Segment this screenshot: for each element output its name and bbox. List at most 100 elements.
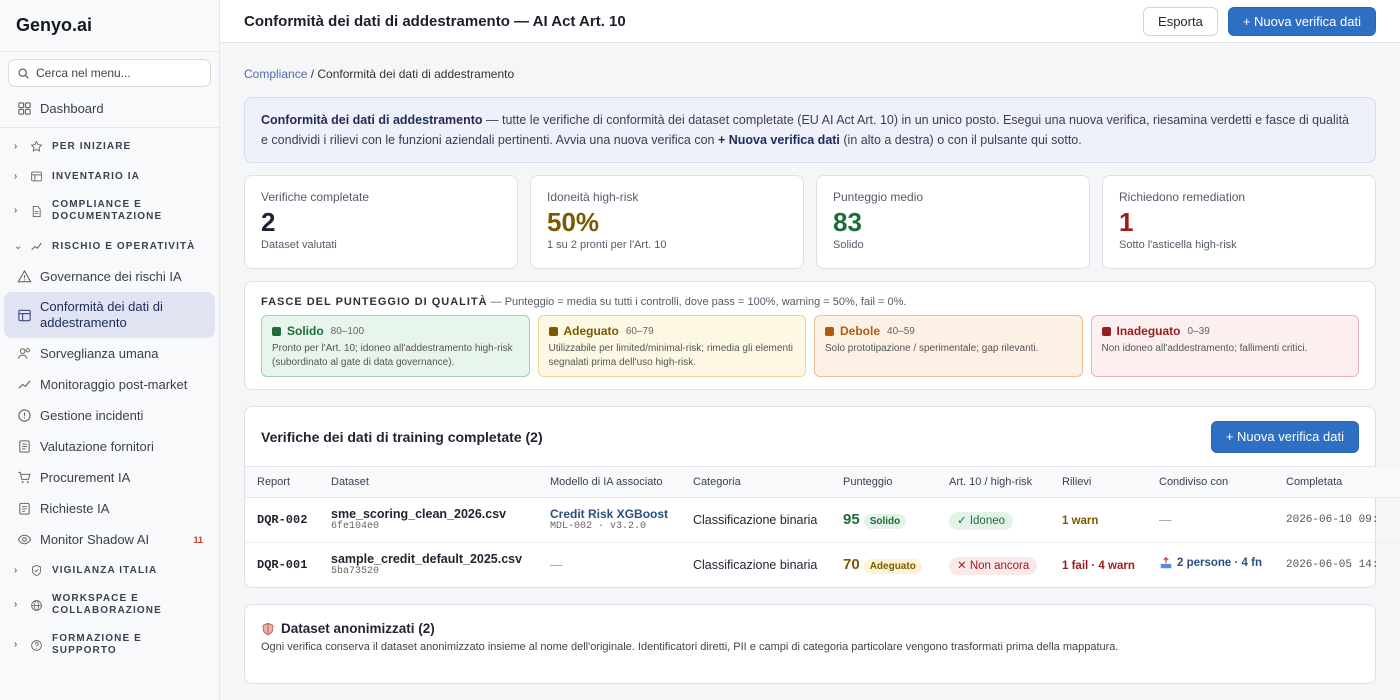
shield-icon <box>30 563 44 577</box>
new-check-button[interactable]: + Nuova verifica dati <box>1227 6 1376 36</box>
band-head: Adeguato 60–79 <box>548 324 796 338</box>
intro-text: (in alto a destra) o con il pulsante qui… <box>839 133 1082 147</box>
band-head: Inadeguato 0–39 <box>1101 324 1349 338</box>
dataset-name[interactable]: sample_credit_default_2025.csv <box>331 552 526 566</box>
band-pill: Solido <box>863 514 907 529</box>
sidebar-item-dashboard[interactable]: Dashboard <box>4 93 215 124</box>
status-cell: ✕ Non ancora <box>937 542 1050 587</box>
new-check-button-secondary[interactable]: + Nuova verifica dati <box>1210 420 1359 453</box>
sidebar-item-label: Monitoraggio post-market <box>40 377 188 392</box>
model-cell: — <box>550 557 563 572</box>
band-swatch <box>548 326 558 336</box>
dataset-name[interactable]: sme_scoring_clean_2026.csv <box>331 507 526 521</box>
users-icon <box>16 346 32 362</box>
chevron-right-icon: › <box>14 170 19 182</box>
sidebar-item-procurement[interactable]: Procurement IA <box>4 462 215 493</box>
sidebar: Genyo.ai Dashboard › PER INIZIARE › INVE… <box>0 0 220 700</box>
page-content: Compliance / Conformità dei dati di adde… <box>220 43 1400 700</box>
column-header[interactable]: Report <box>245 467 319 498</box>
sidebar-section-inventario[interactable]: › INVENTARIO IA <box>4 161 215 191</box>
column-header[interactable]: Condiviso con <box>1147 467 1274 498</box>
band-swatch <box>1101 326 1111 336</box>
shared-text: 2 persone · 4 fn <box>1177 557 1262 570</box>
sidebar-item-fornitori[interactable]: Valutazione fornitori <box>4 431 215 462</box>
bands-title-bold: FASCE DEL PUNTEGGIO DI QUALITÀ <box>261 296 488 308</box>
band-swatch <box>825 326 834 336</box>
band-desc: Non idoneo all'addestramento; fallimenti… <box>1101 343 1308 354</box>
sidebar-item-label: Dashboard <box>40 101 104 116</box>
band-range: 80–100 <box>330 325 365 337</box>
column-header[interactable]: Art. 10 / high-risk <box>937 467 1050 498</box>
table-icon <box>16 307 32 323</box>
anon-title-row: Dataset anonimizzati (2) <box>261 621 1359 636</box>
table-icon <box>30 169 44 183</box>
sidebar-item-conformita-dati[interactable]: Conformità dei dati di addestramento <box>4 292 215 338</box>
chevron-down-icon: ⌄ <box>14 240 24 252</box>
status-badge: ✕ Non ancora <box>949 556 1038 575</box>
sidebar-item-shadow-ai[interactable]: Monitor Shadow AI 11 <box>4 524 215 555</box>
column-header[interactable]: Categoria <box>681 467 831 498</box>
score-cell: 70 Adeguato <box>831 542 937 587</box>
sidebar-item-monitoraggio[interactable]: Monitoraggio post-market <box>4 369 215 400</box>
sidebar-item-incidenti[interactable]: Gestione incidenti <box>4 400 215 431</box>
sidebar-section-vigilanza[interactable]: › VIGILANZA ITALIA <box>4 555 215 585</box>
cart-icon <box>16 470 32 486</box>
sidebar-section-rischio[interactable]: ⌄ RISCHIO E OPERATIVITÀ <box>4 231 215 261</box>
shared-link[interactable]: 2 persone · 4 fn <box>1159 556 1262 570</box>
sidebar-section-compliance[interactable]: › COMPLIANCE E DOCUMENTAZIONE <box>4 191 215 231</box>
table-row[interactable]: DQR-002 sme_scoring_clean_2026.csv 6fe104… <box>245 497 1399 543</box>
section-label: RISCHIO E OPERATIVITÀ <box>52 240 196 252</box>
report-id[interactable]: DQR-001 <box>245 542 319 587</box>
page-title: Conformità dei dati di addestramento — A… <box>244 12 626 30</box>
column-header[interactable]: Dataset <box>319 467 538 498</box>
main-area: Conformità dei dati di addestramento — A… <box>220 0 1400 700</box>
table-row[interactable]: DQR-001 sample_credit_default_2025.csv 5b… <box>245 542 1399 587</box>
section-label: COMPLIANCE E DOCUMENTAZIONE <box>52 199 162 223</box>
export-button[interactable]: Esporta <box>1143 6 1218 36</box>
brand-logo[interactable]: Genyo.ai <box>0 0 219 52</box>
findings-value[interactable]: 1 warn <box>1062 515 1098 527</box>
band-name: Adeguato <box>563 324 619 338</box>
sidebar-item-sorveglianza[interactable]: Sorveglianza umana <box>4 338 215 369</box>
sidebar-section-formazione[interactable]: › FORMAZIONE E SUPPORTO <box>4 625 215 665</box>
stat-value: 83 <box>833 207 862 237</box>
label-line: addestramento <box>40 315 127 330</box>
column-header[interactable]: Punteggio <box>831 467 937 498</box>
sidebar-item-richieste[interactable]: Richieste IA <box>4 493 215 524</box>
category-cell: Classificazione binaria <box>693 557 818 572</box>
findings-value[interactable]: 1 fail · 4 warn <box>1062 560 1135 572</box>
sidebar-section-workspace[interactable]: › WORKSPACE E COLLABORAZIONE <box>4 585 215 625</box>
stat-label: Richiedono remediation <box>1119 190 1246 204</box>
clipboard-icon <box>16 501 32 517</box>
breadcrumb-root[interactable]: Compliance <box>244 67 307 81</box>
section-label: INVENTARIO IA <box>52 170 141 182</box>
score-value: 70 <box>843 556 860 574</box>
top-actions: Esporta + Nuova verifica dati <box>1143 6 1376 36</box>
score-value: 95 <box>843 511 860 528</box>
intro-bold: Conformità dei dati di addestramento <box>261 113 483 127</box>
column-header[interactable]: Rilievi <box>1050 467 1147 498</box>
sidebar-section-per-iniziare[interactable]: › PER INIZIARE <box>4 131 215 161</box>
report-id[interactable]: DQR-002 <box>245 497 319 543</box>
findings-cell: 1 warn <box>1050 497 1147 543</box>
column-header[interactable]: Modello di IA associato <box>538 467 681 498</box>
band-name: Debole <box>840 324 881 338</box>
sidebar-item-governance[interactable]: Governance dei rischi IA <box>4 261 215 292</box>
topbar: Conformità dei dati di addestramento — A… <box>220 0 1400 43</box>
column-header[interactable]: Completata <box>1274 467 1399 498</box>
search-box[interactable] <box>8 59 211 87</box>
warning-icon <box>16 269 32 285</box>
search-input[interactable] <box>36 66 186 80</box>
section-label-line: SUPPORTO <box>52 645 117 656</box>
model-link[interactable]: Credit Risk XGBoost <box>550 507 669 521</box>
findings-cell: 1 fail · 4 warn <box>1050 542 1147 587</box>
trend-icon <box>16 377 32 393</box>
chevron-right-icon: › <box>14 140 19 152</box>
section-label: VIGILANZA ITALIA <box>52 564 158 576</box>
star-icon <box>30 139 44 153</box>
checks-table: Report Dataset Modello di IA associato C… <box>245 467 1399 587</box>
divider <box>0 127 219 128</box>
shared-cell: — <box>1147 497 1274 543</box>
search-icon <box>18 67 29 79</box>
status-badge: ✓ Idoneo <box>949 511 1014 530</box>
